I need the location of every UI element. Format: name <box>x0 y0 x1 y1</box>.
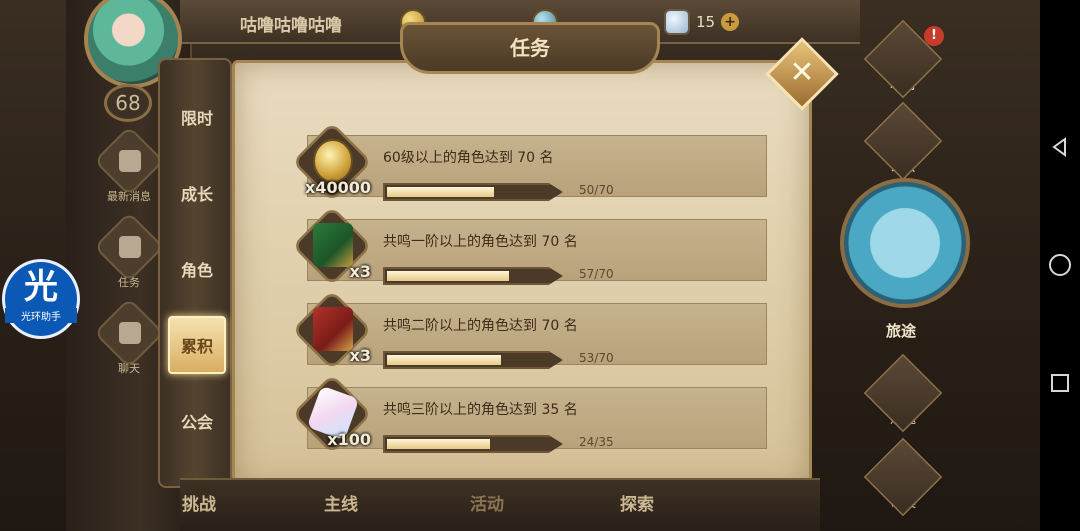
dialog-title: 任务 <box>510 36 550 60</box>
menu-tasks[interactable]: 任务 <box>93 211 165 290</box>
recents-icon <box>1051 374 1069 392</box>
reward-slot[interactable]: x3 <box>291 205 373 287</box>
progress-fill <box>387 355 501 365</box>
progress-bar <box>383 183 563 201</box>
dialog-title-banner: 任务 <box>360 12 700 78</box>
progress-fill <box>387 187 495 197</box>
task-description: 共鸣三阶以上的角色达到 35 名 <box>383 402 578 418</box>
nav-soul-book[interactable]: 魂册 ! <box>832 19 974 99</box>
tab-challenge[interactable]: 挑战 <box>182 490 216 515</box>
progress-text: 24/35 <box>579 435 614 449</box>
back-icon <box>1052 137 1066 157</box>
add-gem-button[interactable]: + <box>721 13 740 31</box>
game-screen: 咕噜咕噜咕噜 15 + 68 最新消息 任务 聊天 限时 成长 角色 累积 公会 <box>0 0 1040 531</box>
close-icon[interactable]: ✕ <box>787 55 817 91</box>
helper-logo: 光 <box>24 267 58 307</box>
reward-count: x3 <box>349 262 371 281</box>
reward-slot[interactable]: x100 <box>291 373 373 455</box>
nav-soul-imbue[interactable]: 赋魂 <box>832 353 974 433</box>
progress-bar <box>383 435 563 453</box>
player-name: 咕噜咕噜咕噜 <box>240 16 342 36</box>
menu-chat[interactable]: 聊天 <box>93 297 165 376</box>
nav-market[interactable]: 市集 <box>832 437 974 517</box>
task-row: x3 共鸣二阶以上的角色达到 70 名 53/70 <box>291 289 767 371</box>
progress-fill <box>387 439 490 449</box>
progress-text: 50/70 <box>579 183 614 197</box>
reward-count: x40000 <box>305 178 371 197</box>
tab-main-story[interactable]: 主线 <box>324 490 358 515</box>
red-scroll-icon <box>313 307 353 351</box>
task-description: 60级以上的角色达到 70 名 <box>383 150 554 166</box>
task-row: x100 共鸣三阶以上的角色达到 35 名 24/35 <box>291 373 767 455</box>
tab-cumulative[interactable]: 累积 <box>168 316 226 374</box>
home-icon <box>1049 254 1071 276</box>
reward-slot[interactable]: x40000 <box>291 121 373 203</box>
helper-overlay-button[interactable]: 光 光环助手 <box>2 259 80 339</box>
journey-label: 旅途 <box>886 322 917 340</box>
level-badge: 68 <box>104 84 152 122</box>
reward-count: x100 <box>327 430 371 449</box>
category-tabs: 限时 成长 角色 累积 公会 <box>158 58 232 488</box>
tab-guild[interactable]: 公会 <box>168 392 226 450</box>
progress-bar <box>383 351 563 369</box>
system-nav-bar <box>1040 0 1080 531</box>
progress-text: 53/70 <box>579 351 614 365</box>
progress-text: 57/70 <box>579 267 614 281</box>
task-description: 共鸣一阶以上的角色达到 70 名 <box>383 234 578 250</box>
task-row: x40000 60级以上的角色达到 70 名 50/70 <box>291 121 767 203</box>
tab-limited[interactable]: 限时 <box>168 88 226 146</box>
reward-count: x3 <box>349 346 371 365</box>
tab-character[interactable]: 角色 <box>168 240 226 298</box>
tab-growth[interactable]: 成长 <box>168 164 226 222</box>
journey-button[interactable]: 旅途 <box>836 168 978 348</box>
journey-emblem-icon <box>840 178 970 308</box>
nav-guild[interactable]: 公会 <box>832 101 974 181</box>
tab-explore[interactable]: 探索 <box>620 490 654 515</box>
task-dialog: x40000 60级以上的角色达到 70 名 50/70 x3 共鸣一阶以上的角… <box>232 60 812 490</box>
helper-label: 光环助手 <box>5 308 77 323</box>
task-row: x3 共鸣一阶以上的角色达到 70 名 57/70 <box>291 205 767 287</box>
home-button[interactable] <box>1040 245 1080 285</box>
progress-fill <box>387 271 510 281</box>
tab-events[interactable]: 活动 <box>470 490 504 515</box>
alert-icon: ! <box>924 26 944 46</box>
menu-news[interactable]: 最新消息 <box>93 125 165 204</box>
gold-coin-icon <box>313 139 353 183</box>
reward-slot[interactable]: x3 <box>291 289 373 371</box>
task-description: 共鸣二阶以上的角色达到 70 名 <box>383 318 578 334</box>
recents-button[interactable] <box>1040 363 1080 403</box>
progress-bar <box>383 267 563 285</box>
back-button[interactable] <box>1040 127 1080 167</box>
green-scroll-icon <box>313 223 353 267</box>
